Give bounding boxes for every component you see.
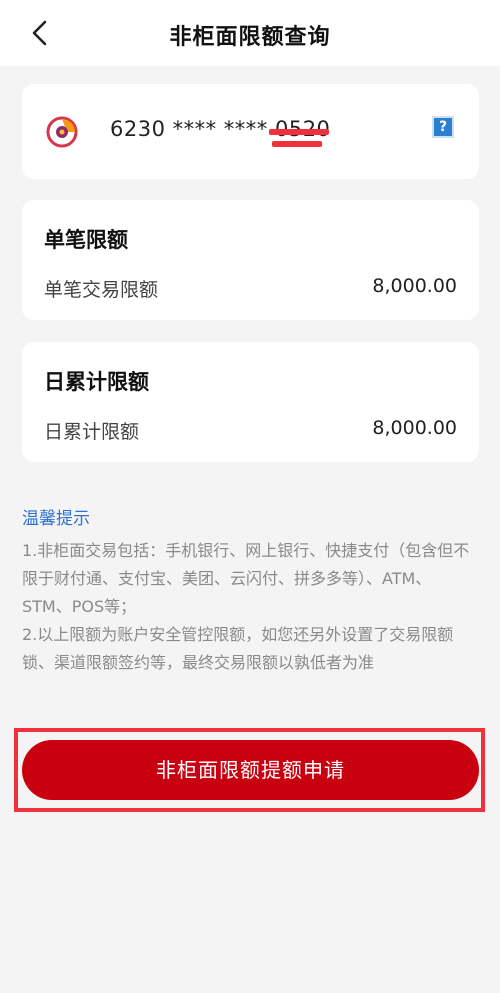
tips-line-1: 1.非柜面交易包括：手机银行、网上银行、快捷支付（包含但不限于财付通、支付宝、美…	[22, 541, 470, 616]
limit-increase-apply-button[interactable]: 非柜面限额提额申请	[22, 740, 479, 800]
help-icon[interactable]: ?	[432, 116, 454, 138]
tips-line-2: 2.以上限额为账户安全管控限额，如您还另外设置了交易限额锁、渠道限额签约等，最终…	[22, 625, 454, 672]
single-limit-card: 单笔限额 单笔交易限额 8,000.00	[22, 200, 479, 320]
daily-limit-label: 日累计限额	[44, 421, 140, 443]
single-limit-title: 单笔限额	[44, 228, 128, 252]
bank-logo-icon	[46, 116, 78, 148]
redaction-mark	[272, 141, 322, 147]
daily-limit-title: 日累计限额	[44, 370, 149, 394]
tips-title: 温馨提示	[22, 509, 90, 529]
daily-limit-card: 日累计限额 日累计限额 8,000.00	[22, 342, 479, 462]
single-limit-label: 单笔交易限额	[44, 279, 159, 301]
redaction-mark	[269, 129, 329, 135]
single-limit-value: 8,000.00	[372, 275, 457, 297]
account-card: 6230 **** **** 0520 ?	[22, 84, 479, 179]
daily-limit-value: 8,000.00	[372, 417, 457, 439]
tips-text: 1.非柜面交易包括：手机银行、网上银行、快捷支付（包含但不限于财付通、支付宝、美…	[22, 537, 474, 677]
top-bar: 非柜面限额查询	[0, 0, 500, 66]
page-title: 非柜面限额查询	[169, 25, 331, 50]
